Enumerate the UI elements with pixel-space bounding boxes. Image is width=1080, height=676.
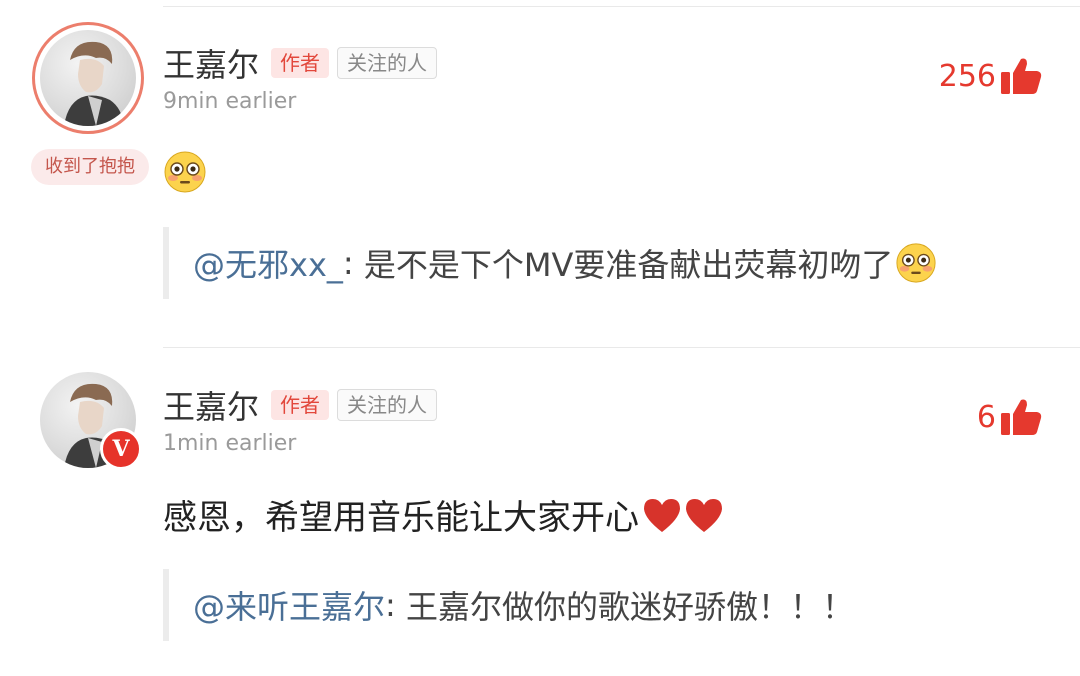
red-heart-emoji [686, 498, 722, 532]
comment-body: 感恩，希望用音乐能让大家开心 [163, 490, 725, 539]
user-name[interactable]: 王嘉尔 [163, 382, 259, 428]
reply-separator: : [342, 244, 364, 282]
gift-badge: 收到了抱抱 [31, 149, 149, 185]
quoted-reply[interactable]: @来听王嘉尔 : 王嘉尔做你的歌迷好骄傲！！！ [163, 569, 854, 641]
user-name[interactable]: 王嘉尔 [163, 40, 259, 86]
comment-header: 王嘉尔 作者 关注的人 [163, 382, 438, 428]
comment-time: 9min earlier [163, 89, 297, 114]
reply-text: 王嘉尔做你的歌迷好骄傲！！！ [405, 588, 854, 626]
verified-badge-icon: V [100, 428, 142, 470]
like-count: 6 [976, 399, 996, 435]
like-button[interactable]: 6 [977, 397, 1042, 437]
author-tag: 作者 [271, 390, 330, 420]
flushed-face-emoji [164, 151, 206, 193]
thumbs-up-icon [1001, 399, 1042, 435]
like-count: 256 [938, 58, 996, 94]
comment-header: 王嘉尔 作者 关注的人 [163, 40, 438, 86]
avatar[interactable] [32, 22, 144, 134]
thumbs-up-icon [1001, 58, 1042, 94]
red-heart-emoji [644, 498, 680, 532]
reply-text: 是不是下个MV要准备献出荧幕初吻了 [363, 246, 894, 284]
avatar[interactable]: V [40, 372, 142, 470]
reply-mention[interactable]: @无邪xx_ [193, 240, 343, 286]
comment-text: 感恩，希望用音乐能让大家开心 [163, 498, 639, 538]
comment-body [163, 150, 207, 194]
reply-mention[interactable]: @来听王嘉尔 [193, 582, 385, 628]
like-button[interactable]: 256 [939, 56, 1042, 96]
flushed-face-emoji [896, 243, 936, 283]
comment-time: 1min earlier [163, 431, 297, 456]
quoted-reply[interactable]: @无邪xx_ : 是不是下个MV要准备献出荧幕初吻了 [163, 227, 937, 299]
author-tag: 作者 [271, 48, 330, 78]
following-tag: 关注的人 [337, 47, 438, 79]
following-tag: 关注的人 [337, 389, 438, 421]
comment-divider [163, 347, 1080, 348]
avatar-portrait-icon [64, 41, 124, 126]
top-divider [163, 6, 1080, 7]
reply-separator: : [385, 586, 406, 624]
